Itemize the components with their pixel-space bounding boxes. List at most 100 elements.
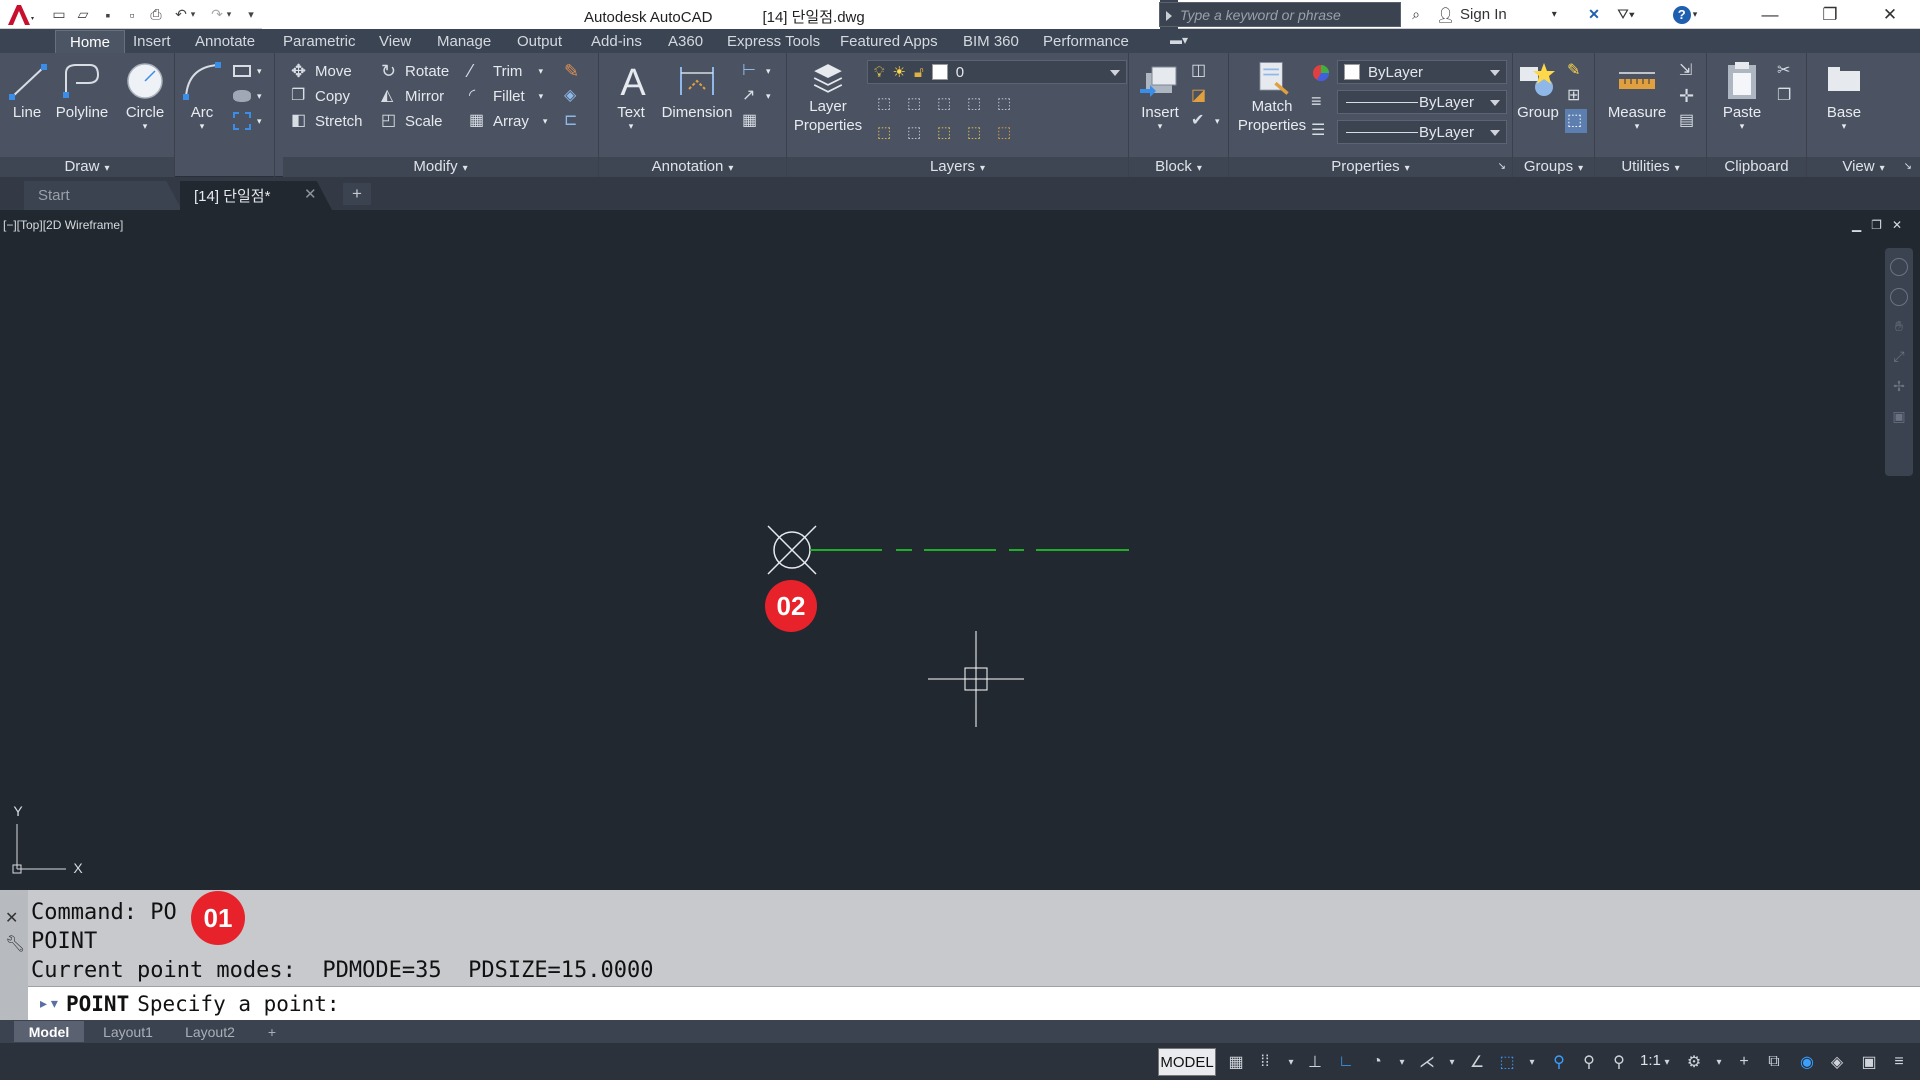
plot-icon[interactable]: ⎙: [145, 4, 167, 25]
layer-on-icon[interactable]: ⬚: [877, 123, 897, 143]
exchange-apps-icon[interactable]: ✕: [1582, 4, 1606, 25]
arc-button[interactable]: Arc ▾: [180, 59, 224, 131]
add-layout-icon[interactable]: +: [258, 1021, 286, 1042]
line-button[interactable]: Line: [6, 59, 48, 122]
drawing-canvas[interactable]: [−][Top][2D Wireframe] ▁ ❐ ✕ ✋︎ ⤢ ✢ ▣ Y …: [0, 210, 1920, 890]
group-selection-button[interactable]: ⬚: [1565, 109, 1587, 133]
polyline-button[interactable]: Polyline: [52, 59, 112, 122]
cut-button[interactable]: ✂: [1777, 59, 1795, 83]
create-block-button[interactable]: ◫: [1191, 59, 1209, 83]
infer-constraints-icon[interactable]: ⊥: [1304, 1051, 1326, 1073]
text-button[interactable]: A Text ▾: [611, 59, 651, 131]
match-properties-button[interactable]: Match Properties: [1237, 59, 1307, 135]
undo-dropdown-icon[interactable]: ▾: [187, 4, 199, 25]
close-command-icon[interactable]: ✕: [5, 908, 18, 928]
groups-panel-title[interactable]: Groups ▾: [1513, 157, 1594, 177]
ribbon-toggle-icon[interactable]: ▬▾: [1170, 33, 1188, 47]
tab-view[interactable]: View: [379, 33, 411, 50]
layer-lock-icon[interactable]: ⬚: [967, 94, 987, 114]
customization-icon[interactable]: ≡: [1888, 1051, 1910, 1073]
a360-icon[interactable]: ⛛▾: [1612, 4, 1640, 25]
annotation-monitor-icon[interactable]: +: [1733, 1051, 1755, 1073]
customize-command-icon[interactable]: 🔧︎: [5, 934, 25, 954]
isodraft-dropdown-icon[interactable]: ▾: [1441, 1051, 1463, 1073]
snap-mode-icon[interactable]: ⁞⁞: [1254, 1051, 1276, 1073]
object-snap-dropdown-icon[interactable]: ▾: [1521, 1051, 1543, 1073]
ungroup-button[interactable]: ✎: [1567, 59, 1585, 83]
tab-manage[interactable]: Manage: [437, 33, 491, 50]
paste-button[interactable]: Paste ▾: [1719, 59, 1765, 131]
point-object-pdmode35[interactable]: [767, 525, 817, 575]
color-dropdown[interactable]: ByLayer: [1337, 60, 1507, 84]
command-window-handle[interactable]: ✕ 🔧︎: [0, 890, 28, 1020]
tab-express-tools[interactable]: Express Tools: [727, 33, 820, 50]
tab-featured-apps[interactable]: Featured Apps: [840, 33, 938, 50]
close-button[interactable]: ✕: [1860, 0, 1920, 29]
command-line-input[interactable]: ▸ ▾ POINT Specify a point:: [28, 986, 1920, 1020]
tab-output[interactable]: Output: [517, 33, 562, 50]
stretch-button[interactable]: ◧ Stretch: [291, 109, 363, 133]
tab-parametric[interactable]: Parametric: [283, 33, 356, 50]
linetype-dropdown[interactable]: ByLayer: [1337, 120, 1507, 144]
quick-select-button[interactable]: ⇲: [1679, 59, 1697, 83]
layer-thaw-icon[interactable]: ⬚: [937, 123, 957, 143]
search-input[interactable]: [1180, 6, 1390, 23]
calculator-button[interactable]: ▤: [1679, 109, 1697, 133]
quick-properties-icon[interactable]: ◉: [1796, 1051, 1818, 1073]
scale-dropdown-icon[interactable]: ▾: [1656, 1051, 1678, 1073]
copy-clip-button[interactable]: ❐: [1777, 84, 1795, 108]
search-box[interactable]: [1159, 2, 1401, 27]
group-edit-button[interactable]: ⊞: [1567, 84, 1585, 108]
lineweight-dropdown[interactable]: ByLayer: [1337, 90, 1507, 114]
layer-unlock-icon[interactable]: ⬚: [967, 123, 987, 143]
dimension-button[interactable]: Dimension: [659, 59, 735, 122]
tab-a360[interactable]: A360: [668, 33, 703, 50]
layer-make-current-icon[interactable]: ⬚: [997, 94, 1017, 114]
edit-block-button[interactable]: ◪: [1191, 84, 1209, 108]
model-space-button[interactable]: MODEL: [1158, 1048, 1216, 1076]
tab-layout2[interactable]: Layout2: [172, 1021, 248, 1042]
customize-qat-icon[interactable]: ▾: [240, 4, 262, 25]
save-as-icon[interactable]: ▫: [121, 4, 143, 25]
layer-dropdown[interactable]: 💡︎ ☀ 🔓︎ 0: [867, 60, 1127, 84]
layer-unisolate-icon[interactable]: ⬚: [907, 123, 927, 143]
auto-scale-icon[interactable]: ⚲: [1578, 1051, 1600, 1073]
help-icon[interactable]: ? ▾: [1670, 4, 1700, 25]
properties-panel-title[interactable]: Properties ▾ ↘: [1229, 157, 1512, 177]
measure-button[interactable]: Measure ▾: [1605, 59, 1669, 131]
insert-button[interactable]: Insert ▾: [1135, 59, 1185, 131]
isolate-objects-icon[interactable]: ◈: [1826, 1051, 1848, 1073]
units-icon[interactable]: ⧉: [1763, 1051, 1785, 1073]
tab-bim-360[interactable]: BIM 360: [963, 33, 1019, 50]
open-file-icon[interactable]: ▱: [72, 4, 94, 25]
tab-insert[interactable]: Insert: [133, 33, 171, 50]
grid-icon[interactable]: ▦: [1225, 1051, 1247, 1073]
minimize-button[interactable]: —: [1740, 0, 1800, 29]
offset-button[interactable]: ⊏: [564, 109, 582, 133]
hardware-acceleration-icon[interactable]: ▣: [1858, 1051, 1880, 1073]
app-menu-button[interactable]: [0, 0, 40, 29]
move-button[interactable]: ✥ Move: [291, 59, 352, 83]
isodraft-icon[interactable]: ⋌: [1416, 1051, 1438, 1073]
workspace-dropdown-icon[interactable]: ▾: [1708, 1051, 1730, 1073]
annotation-scale-icon[interactable]: ⚲: [1608, 1051, 1630, 1073]
hatch-button[interactable]: ▾: [233, 84, 262, 108]
sign-in-button[interactable]: 👤︎ Sign In ▾: [1436, 4, 1557, 25]
binoculars-icon[interactable]: ⌕: [1405, 4, 1427, 25]
modify-panel-title[interactable]: Modify ▾: [283, 157, 598, 177]
close-tab-icon[interactable]: ✕: [304, 185, 317, 203]
block-panel-title[interactable]: Block ▾: [1129, 157, 1228, 177]
draw-panel-title[interactable]: Draw ▾: [0, 157, 174, 177]
table-button[interactable]: ▦: [742, 109, 760, 133]
annotation-panel-title[interactable]: Annotation ▾: [599, 157, 786, 177]
new-file-icon[interactable]: ▭: [48, 4, 70, 25]
redo-dropdown-icon[interactable]: ▾: [223, 4, 235, 25]
tab-home[interactable]: Home: [55, 30, 126, 54]
polar-tracking-icon[interactable]: ◔: [1366, 1051, 1388, 1073]
base-button[interactable]: Base ▾: [1819, 59, 1869, 131]
command-recent-icon[interactable]: ▸ ▾: [40, 995, 62, 1012]
snap-dropdown-icon[interactable]: ▾: [1280, 1051, 1302, 1073]
tab-add-ins[interactable]: Add-ins: [591, 33, 642, 50]
copy-button[interactable]: ❐ Copy: [291, 84, 350, 108]
circle-button[interactable]: Circle ▾: [120, 59, 170, 131]
